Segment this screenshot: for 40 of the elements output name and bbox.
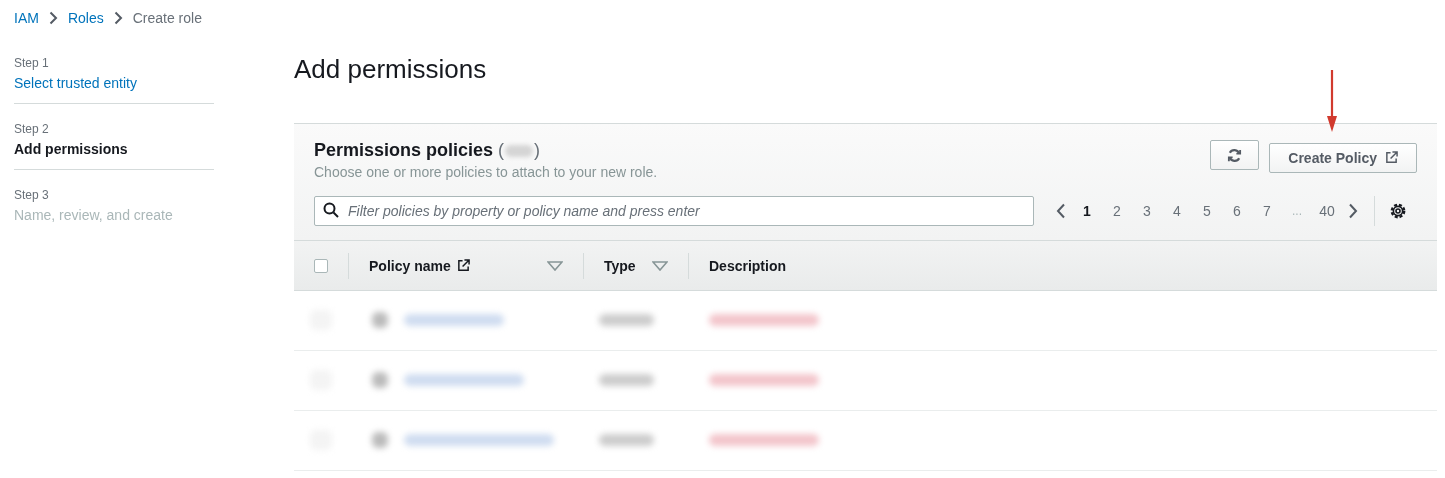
external-link-icon	[1385, 151, 1398, 164]
breadcrumb-current: Create role	[132, 10, 202, 26]
step-number: Step 1	[14, 56, 50, 70]
page-number[interactable]: 5	[1192, 203, 1222, 219]
page-number[interactable]: 7	[1252, 203, 1282, 219]
step-title: Name, review, and create	[14, 207, 174, 223]
previous-page-icon[interactable]	[1056, 203, 1066, 219]
breadcrumb-link[interactable]: Roles	[67, 10, 104, 26]
step-number: Step 2	[14, 122, 50, 136]
open-parenthesis: (	[498, 140, 505, 161]
refresh-icon	[1227, 147, 1243, 163]
sort-caret-icon[interactable]	[652, 260, 668, 271]
chevron-right-icon	[113, 11, 123, 25]
next-page-icon[interactable]	[1348, 203, 1358, 219]
page-number[interactable]: 6	[1222, 203, 1252, 219]
select-all-checkbox[interactable]	[314, 258, 328, 273]
page-number[interactable]: 1	[1072, 203, 1102, 219]
column-header[interactable]: Policy name	[369, 257, 451, 274]
sort-caret-icon[interactable]	[547, 260, 563, 271]
arrow-annotation	[1326, 70, 1338, 132]
breadcrumb-link[interactable]: IAM	[14, 10, 39, 26]
chevron-right-icon	[48, 11, 58, 25]
settings-icon[interactable]	[1389, 202, 1407, 220]
step-title: Add permissions	[14, 141, 129, 157]
panel-title: Permissions policies	[314, 140, 494, 161]
close-parenthesis: )	[534, 140, 541, 161]
refresh-button[interactable]	[1210, 140, 1260, 170]
step-number: Step 3	[14, 188, 50, 202]
create-policy-button[interactable]: Create Policy	[1269, 142, 1417, 173]
search-field[interactable]: Filter policies by property or policy name and press enter	[314, 196, 1034, 226]
column-header[interactable]: Description	[709, 257, 786, 274]
page-number[interactable]: 3	[1132, 203, 1162, 219]
page-title: Add permissions	[294, 54, 488, 85]
page-number[interactable]: 40	[1312, 203, 1342, 219]
panel-subtitle: Choose one or more policies to attach to your new role.	[314, 164, 659, 180]
column-header[interactable]: Type	[604, 257, 636, 274]
page-number[interactable]: 2	[1102, 203, 1132, 219]
step-link[interactable]: Select trusted entity	[14, 75, 214, 91]
search-icon	[323, 202, 339, 218]
page-number[interactable]: 4	[1162, 203, 1192, 219]
